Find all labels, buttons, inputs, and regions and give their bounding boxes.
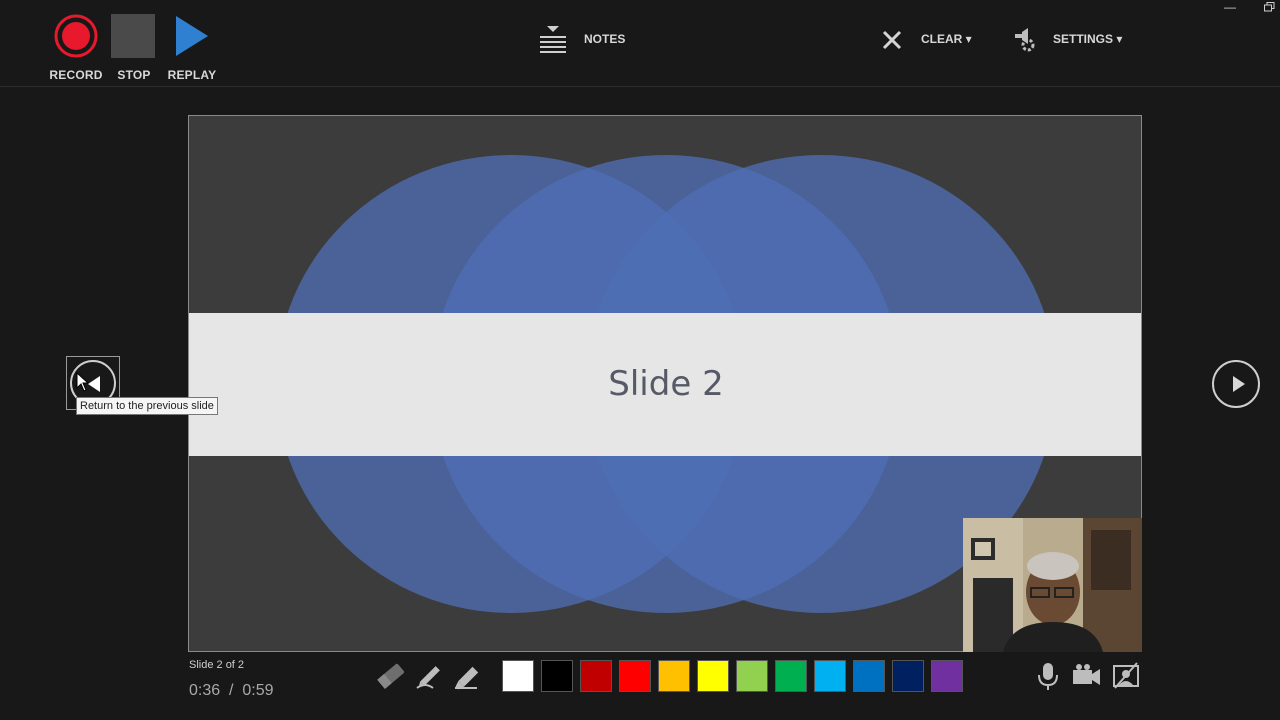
clear-button[interactable]: CLEAR ▾ (880, 28, 975, 52)
color-swatch-purple[interactable] (931, 660, 963, 692)
camera-icon (1073, 664, 1100, 685)
color-swatch-white[interactable] (502, 660, 534, 692)
mouse-cursor-icon (76, 372, 90, 392)
notes-label: NOTES (584, 32, 626, 46)
eraser-icon (377, 663, 404, 689)
notes-button[interactable]: NOTES (538, 22, 638, 56)
color-swatch-light-blue[interactable] (814, 660, 846, 692)
slide-count: Slide 2 of 2 (189, 659, 245, 671)
recording-timer: 0:36 / 0:59 (189, 682, 274, 699)
stop-icon (111, 14, 155, 58)
microphone-toggle[interactable] (1033, 660, 1063, 692)
play-icon (176, 16, 208, 56)
color-swatch-red[interactable] (619, 660, 651, 692)
microphone-icon (1038, 663, 1058, 690)
color-swatch-orange[interactable] (658, 660, 690, 692)
color-swatch-dark-red[interactable] (580, 660, 612, 692)
color-swatch-green[interactable] (775, 660, 807, 692)
color-swatch-yellow[interactable] (697, 660, 729, 692)
replay-label: REPLAY (167, 68, 217, 82)
color-swatch-dark-blue[interactable] (892, 660, 924, 692)
notes-icon (540, 26, 566, 53)
settings-button[interactable]: SETTINGS ▾ (1011, 28, 1131, 52)
settings-label: SETTINGS ▾ (1053, 32, 1123, 46)
color-swatch-light-green[interactable] (736, 660, 768, 692)
next-slide-button[interactable] (1212, 360, 1260, 408)
clear-x-icon (882, 30, 902, 50)
highlighter-icon (455, 666, 479, 690)
restore-icon[interactable] (1264, 2, 1275, 12)
settings-gear-icon (1015, 28, 1035, 52)
camera-toggle[interactable] (1071, 660, 1101, 692)
pen-tool[interactable] (413, 660, 447, 692)
highlighter-tool[interactable] (452, 660, 486, 692)
chevron-right-icon (1233, 376, 1245, 392)
slide-title: Slide 2 (608, 364, 724, 404)
webcam-preview (963, 518, 1142, 652)
camera-preview-icon (1113, 662, 1139, 689)
eraser-tool[interactable] (374, 660, 408, 692)
color-swatch-blue[interactable] (853, 660, 885, 692)
color-swatch-black[interactable] (541, 660, 573, 692)
webcam-person-image (963, 518, 1142, 652)
minimize-icon[interactable]: — (1224, 0, 1236, 14)
pen-icon (416, 666, 440, 689)
clear-label: CLEAR ▾ (921, 32, 972, 46)
previous-slide-tooltip: Return to the previous slide (76, 397, 218, 415)
recording-toolbar: RECORD STOP REPLAY NOTES CLEAR ▾ SETTING… (0, 0, 1280, 87)
record-icon (54, 14, 98, 58)
camera-preview-toggle[interactable] (1111, 660, 1141, 692)
